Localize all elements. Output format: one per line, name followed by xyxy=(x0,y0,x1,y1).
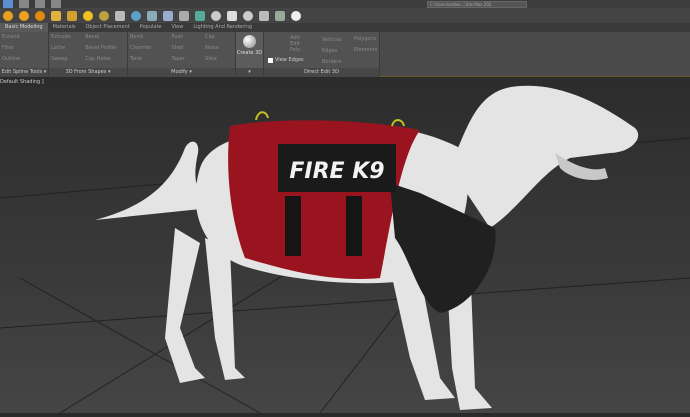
create-toolbar xyxy=(0,8,690,23)
elements-button[interactable]: Elements xyxy=(354,45,377,56)
cap-button[interactable]: Cap xyxy=(205,34,233,45)
render-icon[interactable] xyxy=(243,10,253,21)
sphere-icon xyxy=(243,35,256,48)
sun-icon[interactable] xyxy=(83,10,93,21)
frame-buffer-icon[interactable] xyxy=(275,10,285,21)
tab-lighting-rendering[interactable]: Lighting And Rendering xyxy=(188,23,257,32)
group-label[interactable]: ▾ xyxy=(236,68,263,77)
view-edges-checkbox[interactable]: View Edges xyxy=(268,57,304,63)
taper-button[interactable]: Taper xyxy=(172,56,200,67)
edges-button[interactable]: Edges xyxy=(322,46,342,57)
main-toolbar: C:\Users\amber...\3ds Max 202 xyxy=(0,0,690,9)
project-path-field[interactable]: C:\Users\amber...\3ds Max 202 xyxy=(427,0,527,8)
shell-button[interactable]: Shell xyxy=(172,45,200,56)
group-label: Direct Edit 3D xyxy=(264,68,379,77)
fur-icon[interactable] xyxy=(179,10,189,21)
cap-holes-button[interactable]: Cap Holes xyxy=(85,56,125,67)
sphere-icon[interactable] xyxy=(19,10,29,21)
group-label[interactable]: Edit Spline Tools ▾ xyxy=(0,68,48,77)
fire-icon[interactable] xyxy=(195,10,205,21)
group-label[interactable]: 3D From Shapes ▾ xyxy=(49,68,127,77)
extrude-button[interactable]: Extrude xyxy=(51,34,79,45)
group-create-3d[interactable]: Create 3D ▾ xyxy=(236,32,264,77)
bevel-button[interactable]: Bevel xyxy=(85,34,125,45)
light-icon[interactable] xyxy=(3,10,13,21)
ribbon: Extend Fillet Outline Edit Spline Tools ▾ … xyxy=(0,32,690,77)
view-edges-label: View Edges xyxy=(275,57,304,63)
scatter-icon[interactable] xyxy=(227,10,237,21)
twist-button[interactable]: Twist xyxy=(130,56,166,67)
group-edit-spline-tools: Extend Fillet Outline Edit Spline Tools ▾ xyxy=(0,32,49,77)
bend-button[interactable]: Bend xyxy=(130,34,166,45)
slice-button[interactable]: Slice xyxy=(205,56,233,67)
add-edit-poly-button[interactable]: Add Edit Poly xyxy=(286,35,304,53)
group-modify: Bend Chamfer Twist Push Shell Taper Cap Noise Sl… xyxy=(128,32,236,77)
polygons-button[interactable]: Polygons xyxy=(354,34,377,45)
create-3d-button[interactable]: Create 3D xyxy=(236,50,263,56)
patch-text: FIRE K9 xyxy=(289,159,384,184)
dog-render: FIRE K9 xyxy=(0,85,690,414)
group-3d-from-shapes: Extrude Lathe Sweep Bevel Bevel Profile Cap H… xyxy=(49,32,128,77)
tab-populate[interactable]: Populate xyxy=(135,23,167,32)
bevel-profile-button[interactable]: Bevel Profile xyxy=(85,45,125,56)
push-button[interactable]: Push xyxy=(172,34,200,45)
tab-basic-modeling[interactable]: Basic Modeling xyxy=(0,23,48,32)
sky-icon[interactable] xyxy=(99,10,109,21)
handle-ring xyxy=(255,111,269,121)
group-label[interactable]: Modify ▾ xyxy=(128,68,235,77)
vertices-button[interactable]: Vertices xyxy=(322,35,342,46)
spot-light-icon[interactable] xyxy=(51,10,61,21)
fillet-button[interactable]: Fillet xyxy=(2,45,46,56)
gray-sphere-icon[interactable] xyxy=(211,10,221,21)
noise-button[interactable]: Noise xyxy=(205,45,233,56)
omni-light-icon[interactable] xyxy=(67,10,77,21)
ribbon-tabs: Basic Modeling Materials Object Placemen… xyxy=(0,23,690,32)
hair-icon[interactable] xyxy=(163,10,173,21)
tab-object-placement[interactable]: Object Placement xyxy=(81,23,135,32)
lathe-button[interactable]: Lathe xyxy=(51,45,79,56)
tab-view[interactable]: View xyxy=(166,23,188,32)
viewport-shading-label[interactable]: Default Shading ] xyxy=(0,79,44,85)
material-icon[interactable] xyxy=(131,10,141,21)
render-setup-icon[interactable] xyxy=(259,10,269,21)
extend-button[interactable]: Extend xyxy=(2,34,46,45)
sweep-button[interactable]: Sweep xyxy=(51,56,79,67)
borders-button[interactable]: Borders xyxy=(322,57,342,68)
handle-ring xyxy=(391,119,405,127)
outline-button[interactable]: Outline xyxy=(2,56,46,67)
group-direct-edit-3d: Add Edit Poly View Edges Vertices Edges … xyxy=(264,32,380,77)
gear-icon[interactable] xyxy=(35,10,45,21)
viewport[interactable]: FIRE K9 xyxy=(0,78,690,414)
box-icon[interactable] xyxy=(115,10,125,21)
vray-icon[interactable] xyxy=(291,10,301,21)
particle-icon[interactable] xyxy=(147,10,157,21)
tab-materials[interactable]: Materials xyxy=(48,23,81,32)
chamfer-button[interactable]: Chamfer xyxy=(130,45,166,56)
